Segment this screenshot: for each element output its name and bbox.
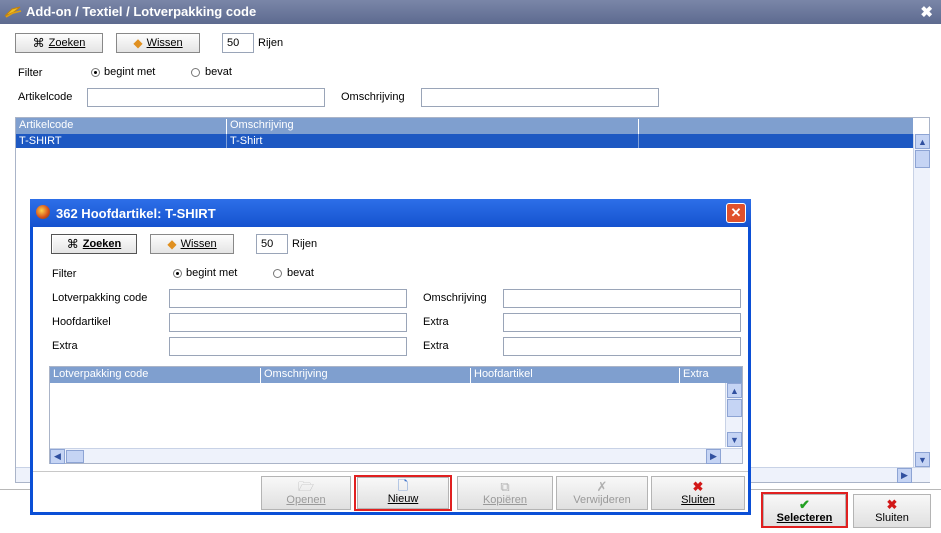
rows-count-input[interactable]: 50	[222, 33, 254, 53]
dialog-filter-begins-radio[interactable]	[173, 269, 182, 278]
dialog-titlebar: 362 Hoofdartikel: T-SHIRT ✕	[30, 199, 751, 227]
dialog-description-input[interactable]	[503, 289, 741, 308]
app-logo-icon	[4, 6, 22, 18]
lot-grid-header: Lotverpakking code Omschrijving Hoofdart…	[50, 367, 742, 383]
dialog-window	[30, 199, 751, 515]
close-x-icon: ✖	[886, 497, 898, 512]
close-button-label: Sluiten	[875, 512, 909, 524]
filter-contains-label: bevat	[205, 66, 232, 78]
filter-contains-radio[interactable]	[191, 68, 200, 77]
scroll-right-icon[interactable]: ▶	[897, 468, 912, 483]
binoculars-icon: ⌘	[32, 36, 45, 50]
lot-grid-hscrollbar[interactable]: ◀ ▶	[50, 448, 742, 464]
eraser-icon: ◆	[133, 36, 143, 50]
extra-input[interactable]	[169, 337, 407, 356]
article-grid-header: Artikelcode Omschrijving	[16, 118, 913, 134]
lot-code-input[interactable]	[169, 289, 407, 308]
close-x-icon: ✖	[692, 479, 704, 494]
cell-omschrijving: T-Shirt	[230, 135, 263, 147]
open-button-label: Openen	[286, 494, 326, 506]
description-input[interactable]	[421, 88, 659, 107]
article-code-input[interactable]	[87, 88, 325, 107]
dialog-clear-label: Wissen	[180, 238, 217, 250]
column-main-article[interactable]: Hoofdartikel	[471, 368, 680, 383]
scroll-thumb[interactable]	[727, 399, 742, 417]
search-button[interactable]: ⌘ Zoeken	[15, 33, 103, 53]
close-button[interactable]: ✖ Sluiten	[853, 494, 931, 528]
clear-button-label: Wissen	[146, 37, 183, 49]
dialog-rows-count-input[interactable]: 50	[256, 234, 288, 254]
extra-label: Extra	[423, 316, 449, 328]
window-close-icon[interactable]: ✖	[920, 3, 933, 21]
dialog-description-label: Omschrijving	[423, 292, 487, 304]
column-lot-code[interactable]: Lotverpakking code	[50, 368, 261, 383]
scroll-up-icon[interactable]: ▲	[915, 134, 930, 149]
scroll-down-icon[interactable]: ▼	[727, 432, 742, 447]
row-divider	[226, 134, 227, 148]
eraser-icon: ◆	[167, 237, 177, 251]
scroll-right-icon[interactable]: ▶	[706, 449, 721, 464]
dialog-filter-label: Filter	[52, 268, 77, 280]
search-button-label: Zoeken	[48, 37, 86, 49]
dialog-filter-begins-label: begint met	[186, 267, 238, 279]
scroll-thumb[interactable]	[915, 150, 930, 168]
copy-button[interactable]: ⧉ Kopiëren	[457, 476, 553, 510]
description-label: Omschrijving	[341, 91, 405, 103]
cell-artikelcode: T-SHIRT	[19, 135, 62, 147]
table-row[interactable]: T-SHIRT T-Shirt	[16, 134, 913, 148]
hscroll-thumb[interactable]	[66, 450, 84, 463]
dialog-clear-button[interactable]: ◆ Wissen	[150, 234, 234, 254]
lot-grid-vscrollbar[interactable]: ▲ ▼	[725, 383, 742, 447]
dialog-rows-label: Rijen	[292, 238, 318, 250]
new-button-highlight	[354, 475, 452, 511]
window-title: Add-on / Textiel / Lotverpakking code	[26, 4, 257, 19]
filter-begins-label: begint met	[104, 66, 156, 78]
scroll-left-icon[interactable]: ◀	[50, 449, 65, 464]
extra-input[interactable]	[503, 337, 741, 356]
copy-icon: ⧉	[500, 479, 510, 494]
window-titlebar: Add-on / Textiel / Lotverpakking code ✖	[0, 0, 941, 24]
dialog-search-button[interactable]: ⌘ Zoeken	[51, 234, 137, 254]
dialog-footer-divider	[33, 471, 748, 472]
column-empty	[639, 119, 913, 134]
dialog-close-button-label: Sluiten	[681, 494, 715, 506]
open-button[interactable]: 🗁 Openen	[261, 476, 351, 510]
row-divider	[638, 134, 639, 148]
dialog-close-icon[interactable]: ✕	[726, 203, 746, 223]
dialog-filter-contains-label: bevat	[287, 267, 314, 279]
dialog-filter-contains-radio[interactable]	[273, 269, 282, 278]
extra-label: Extra	[423, 340, 449, 352]
main-article-label: Hoofdartikel	[52, 316, 111, 328]
copy-button-label: Kopiëren	[482, 494, 528, 506]
delete-button-label: Verwijderen	[573, 494, 631, 506]
scroll-up-icon[interactable]: ▲	[727, 383, 742, 398]
rows-label: Rijen	[258, 37, 284, 49]
column-description[interactable]: Omschrijving	[261, 368, 471, 383]
dialog-close-button[interactable]: ✖ Sluiten	[651, 476, 745, 510]
filter-label: Filter	[18, 67, 43, 79]
binoculars-icon: ⌘	[66, 237, 79, 251]
extra-label: Extra	[52, 340, 78, 352]
dialog-title: 362 Hoofdartikel: T-SHIRT	[56, 206, 216, 221]
column-omschrijving[interactable]: Omschrijving	[227, 119, 639, 134]
column-artikelcode[interactable]: Artikelcode	[16, 119, 227, 134]
folder-open-icon: 🗁	[297, 479, 315, 494]
dialog-search-label: Zoeken	[82, 238, 122, 250]
lot-code-label: Lotverpakking code	[52, 292, 148, 304]
extra-input[interactable]	[503, 313, 741, 332]
globe-icon	[36, 205, 50, 219]
delete-icon: ✗	[596, 479, 608, 494]
scroll-down-icon[interactable]: ▼	[915, 452, 930, 467]
main-article-input[interactable]	[169, 313, 407, 332]
clear-button[interactable]: ◆ Wissen	[116, 33, 200, 53]
filter-begins-radio[interactable]	[91, 68, 100, 77]
select-highlight	[761, 492, 848, 528]
delete-button[interactable]: ✗ Verwijderen	[556, 476, 648, 510]
article-grid-vscrollbar[interactable]: ▲ ▼	[913, 134, 930, 467]
column-extra[interactable]: Extra	[680, 368, 742, 383]
article-code-label: Artikelcode	[18, 91, 73, 103]
